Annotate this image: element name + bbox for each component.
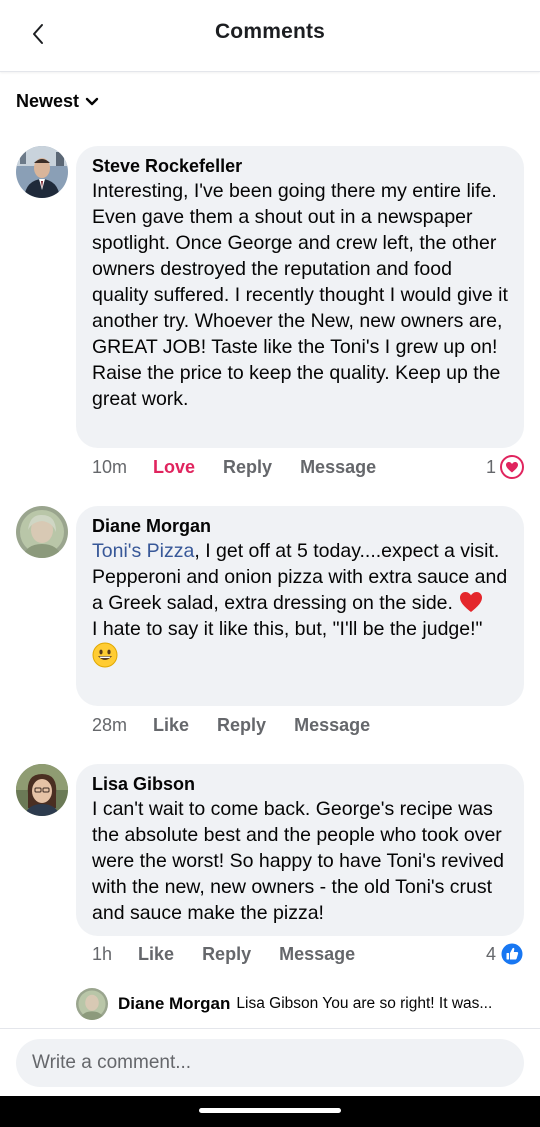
reply-button[interactable]: Reply — [223, 457, 272, 478]
message-button[interactable]: Message — [300, 457, 376, 478]
comment-time: 28m — [92, 715, 128, 735]
reaction-count-value: 4 — [485, 943, 496, 964]
reaction-count[interactable]: 1 — [486, 455, 524, 479]
avatar — [76, 988, 108, 1020]
chevron-down-icon — [85, 97, 99, 105]
reply-button[interactable]: Reply — [217, 715, 266, 736]
reply-button[interactable]: Reply — [202, 944, 251, 965]
like-button[interactable]: Like — [138, 944, 174, 965]
grinning-face-emoji-icon — [92, 642, 118, 668]
comment-actions: 28m Like Reply Message — [92, 715, 398, 736]
system-nav-bar — [0, 1096, 540, 1127]
comment-bubble: Steve Rockefeller Interesting, I've been… — [76, 146, 524, 448]
message-button[interactable]: Message — [279, 944, 355, 965]
reply-text: Lisa Gibson You are so right! It was... — [236, 995, 493, 1012]
love-reaction-button[interactable]: Love — [153, 457, 195, 478]
comment-bubble: Diane Morgan Toni's Pizza, I get off at … — [76, 506, 524, 706]
reaction-count-value: 1 — [485, 456, 496, 477]
comment-input[interactable] — [16, 1039, 524, 1087]
comment-time: 1h — [92, 944, 113, 964]
reply-preview[interactable]: Diane Morgan Lisa Gibson You are so righ… — [76, 987, 524, 1021]
sort-dropdown[interactable]: Newest — [16, 91, 99, 112]
top-bar: Comments — [0, 0, 540, 72]
comment-text-line: I hate to say it like this, but, "I'll b… — [92, 618, 483, 640]
comment-actions: 1h Like Reply Message — [92, 944, 383, 965]
comment-author[interactable]: Lisa Gibson — [92, 772, 508, 796]
avatar[interactable] — [16, 764, 68, 816]
comment-text: Interesting, I've been going there my en… — [92, 180, 508, 410]
comment-bubble: Lisa Gibson I can't wait to come back. G… — [76, 764, 524, 936]
heart-icon — [500, 455, 524, 479]
comment-actions: 10m Love Reply Message — [92, 457, 404, 478]
comment-time: 10m — [92, 457, 128, 477]
message-button[interactable]: Message — [294, 715, 370, 736]
like-icon — [500, 942, 524, 966]
page-title: Comments — [214, 20, 326, 43]
comment-text: I can't wait to come back. George's reci… — [92, 798, 505, 924]
like-button[interactable]: Like — [153, 715, 189, 736]
comment-author[interactable]: Diane Morgan — [92, 514, 508, 538]
sort-label: Newest — [16, 91, 80, 111]
page-mention-link[interactable]: Toni's Pizza — [92, 540, 194, 562]
comment-text: Toni's Pizza, I get off at 5 today....ex… — [92, 538, 508, 616]
home-indicator[interactable] — [199, 1108, 341, 1113]
comment-composer-bar — [0, 1028, 540, 1096]
red-heart-emoji-icon — [460, 592, 483, 612]
reaction-count[interactable]: 4 — [486, 942, 524, 966]
comment-author[interactable]: Steve Rockefeller — [92, 154, 508, 178]
reply-author: Diane Morgan — [118, 994, 231, 1013]
avatar[interactable] — [16, 146, 68, 198]
avatar[interactable] — [16, 506, 68, 558]
